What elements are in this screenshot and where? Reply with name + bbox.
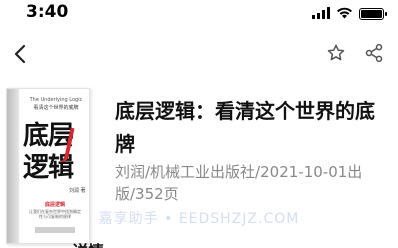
cover-tag: 底层逻辑	[44, 202, 65, 208]
cover-subtitle-en: The Underlying Logic	[29, 97, 83, 103]
battery-level	[361, 9, 382, 18]
favorite-button[interactable]	[324, 41, 348, 65]
star-icon	[327, 44, 345, 61]
battery-icon	[359, 7, 387, 20]
section-heading: 详情	[72, 238, 104, 248]
nav-actions	[324, 41, 386, 65]
status-time: 3:40	[26, 2, 69, 22]
watermark: 嘉享助手 • EEDSHZJZ.COM	[98, 211, 300, 227]
book-title: 底层逻辑：看清这个世界的底牌	[115, 99, 375, 156]
signal-icon	[312, 4, 330, 23]
back-button[interactable]	[6, 40, 34, 68]
nav-bar	[0, 36, 398, 72]
status-icons	[312, 4, 387, 23]
cover-subtitle-cn: 看清这个世界的底牌	[33, 105, 79, 111]
wifi-icon	[336, 4, 353, 23]
book-meta: 刘润/机械工业出版社/2021-10-01出版/352页	[115, 163, 363, 203]
share-button[interactable]	[362, 41, 386, 65]
book-detail-screen: 3:40 The Underlying Logic 看清这个世界的底牌 底层 逻…	[0, 0, 398, 248]
chevron-left-icon	[14, 44, 26, 64]
cover-author: 刘润 著	[69, 188, 86, 194]
status-bar: 3:40	[0, 0, 398, 26]
share-icon	[365, 43, 383, 63]
